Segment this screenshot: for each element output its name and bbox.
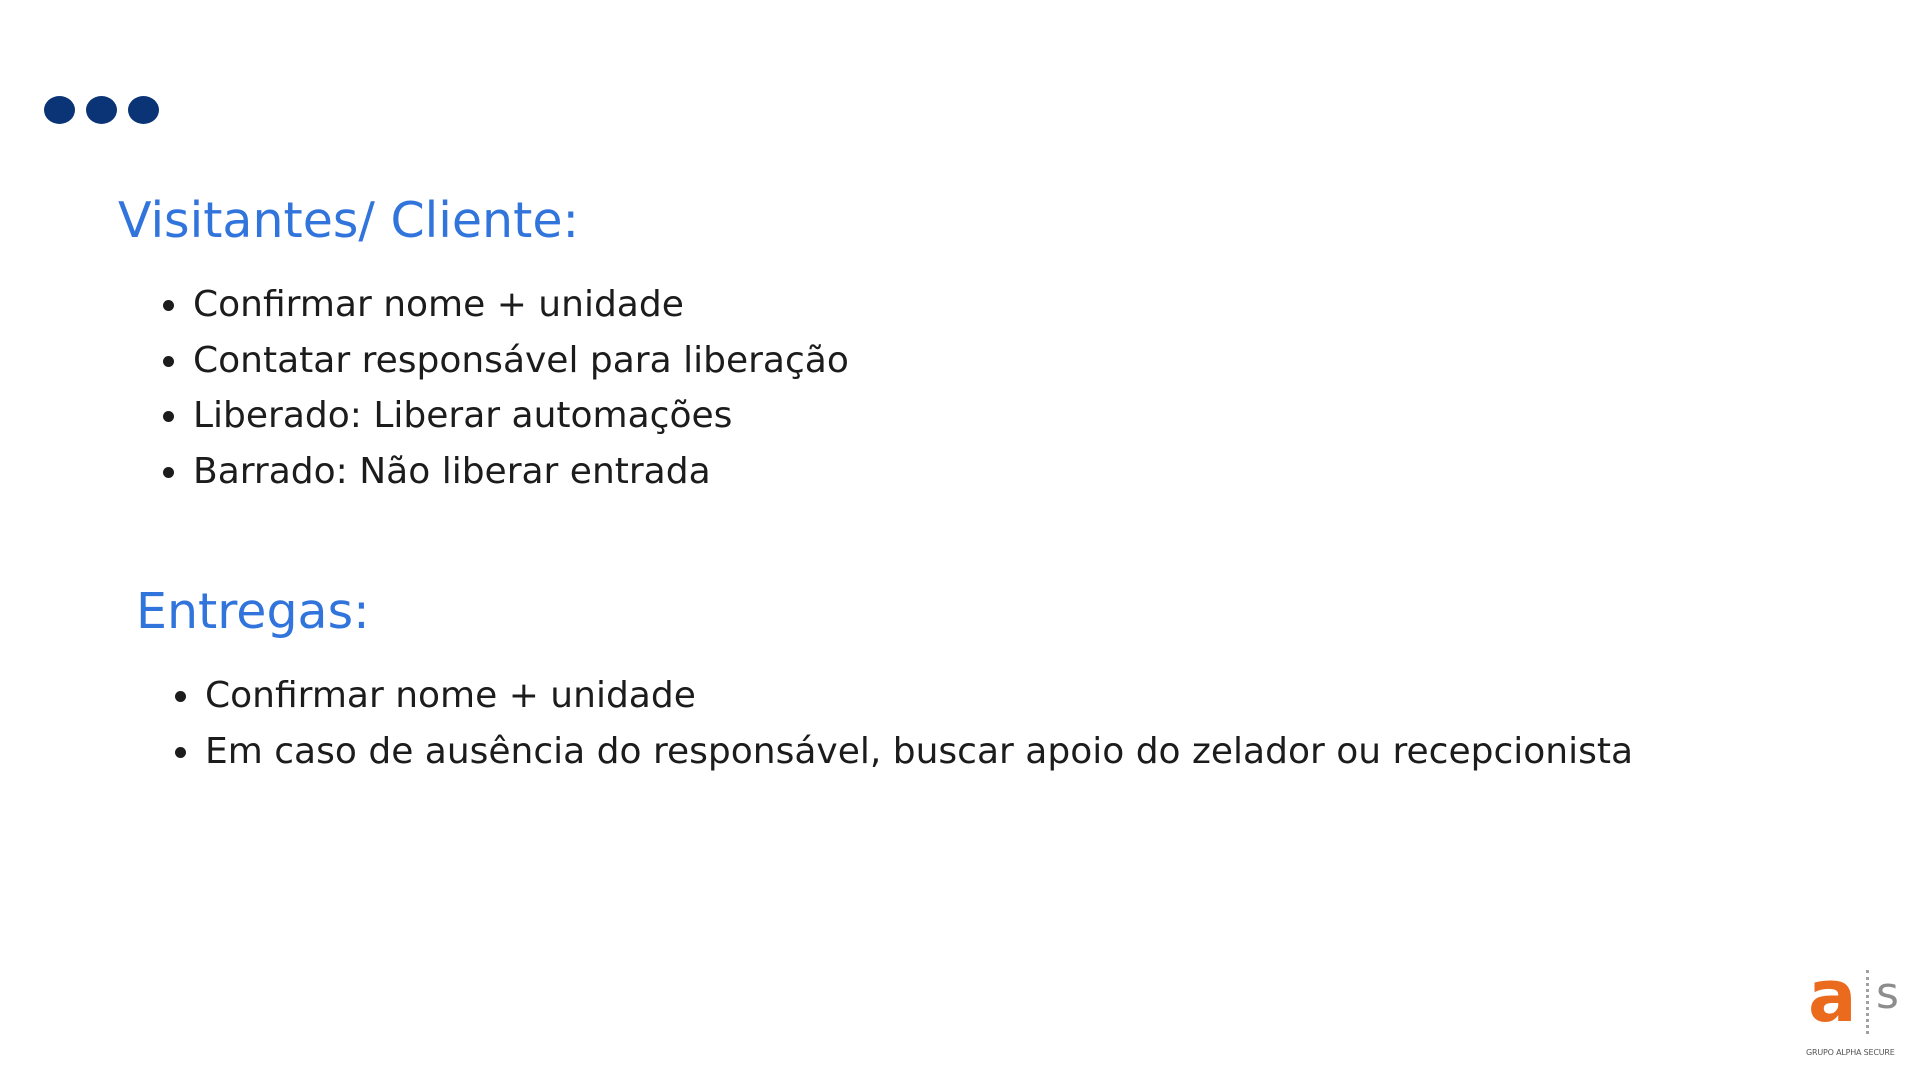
list-item: Confirmar nome + unidade bbox=[175, 668, 1633, 724]
list-item: Confirmar nome + unidade bbox=[163, 277, 849, 333]
bullet-icon bbox=[175, 746, 186, 758]
list-item-text: Contatar responsável para liberação bbox=[193, 339, 849, 381]
dot-icon bbox=[128, 96, 159, 124]
logo-letter-a: a bbox=[1808, 954, 1857, 1038]
visitantes-list: Confirmar nome + unidade Contatar respon… bbox=[163, 277, 849, 500]
list-item-text: Barrado: Não liberar entrada bbox=[193, 450, 711, 492]
bullet-icon bbox=[163, 300, 174, 311]
company-logo: a s GRUPO ALPHA SECURE bbox=[1800, 960, 1906, 1058]
bullet-icon bbox=[163, 355, 174, 367]
logo-caption: GRUPO ALPHA SECURE bbox=[1806, 1048, 1895, 1057]
list-item-text: Confirmar nome + unidade bbox=[205, 675, 696, 716]
bullet-icon bbox=[175, 691, 186, 702]
section-title-entregas: Entregas: bbox=[136, 583, 370, 640]
list-item-text: Em caso de ausência do responsável, busc… bbox=[205, 730, 1634, 772]
list-item: Liberado: Liberar automações bbox=[163, 388, 849, 444]
entregas-list: Confirmar nome + unidade Em caso de ausê… bbox=[175, 668, 1634, 780]
list-item-text: Liberado: Liberar automações bbox=[193, 395, 733, 436]
logo-separator bbox=[1866, 970, 1869, 1034]
dot-icon bbox=[86, 96, 117, 124]
three-dots-icon bbox=[44, 96, 159, 124]
dot-icon bbox=[44, 96, 75, 124]
list-item: Em caso de ausência do responsável, busc… bbox=[175, 724, 1634, 780]
bullet-icon bbox=[163, 411, 174, 422]
slide: Visitantes/ Cliente: Confirmar nome + un… bbox=[0, 0, 1920, 1080]
list-item-text: Confirmar nome + unidade bbox=[193, 284, 684, 325]
list-item: Barrado: Não liberar entrada bbox=[163, 444, 849, 500]
bullet-icon bbox=[163, 466, 174, 478]
section-title-visitantes: Visitantes/ Cliente: bbox=[118, 192, 579, 249]
logo-letter-s: s bbox=[1876, 968, 1899, 1019]
list-item: Contatar responsável para liberação bbox=[163, 333, 849, 389]
